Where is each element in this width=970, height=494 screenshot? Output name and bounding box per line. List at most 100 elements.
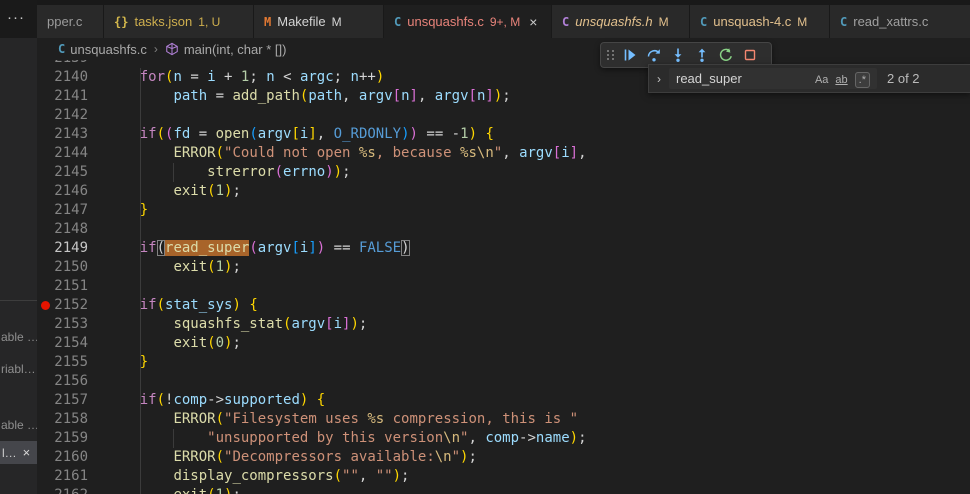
code-line-2152[interactable]: 2152 if(stat_sys) { [37, 296, 970, 315]
restart-icon [719, 48, 732, 61]
indent-guide [140, 277, 141, 296]
line-number[interactable]: 2158 [37, 410, 88, 429]
file-type-icon: C [562, 14, 570, 29]
code-text[interactable]: strerror(errno)); [106, 163, 350, 182]
code-text[interactable]: if((fd = open(argv[i], O_RDONLY)) == -1)… [106, 125, 494, 144]
tab-label: pper.c [47, 14, 83, 29]
code-text[interactable]: "unsupported by this version\n", comp->n… [106, 429, 586, 448]
tab-unsquashfs-c[interactable]: Cunsquashfs.c 9+, M × [384, 5, 551, 38]
code-text[interactable]: exit(1); [106, 182, 240, 201]
code-line-2145[interactable]: 2145 strerror(errno)); [37, 163, 970, 182]
line-number[interactable]: 2150 [37, 258, 88, 277]
code-line-2158[interactable]: 2158 ERROR("Filesystem uses %s compressi… [37, 410, 970, 429]
code-line-2160[interactable]: 2160 ERROR("Decompressors available:\n")… [37, 448, 970, 467]
code-line-2147[interactable]: 2147 } [37, 201, 970, 220]
line-number[interactable]: 2160 [37, 448, 88, 467]
code-line-2148[interactable]: 2148 [37, 220, 970, 239]
editor-group: pper.c {} tasks.json 1, U M Makefile M Cunsquas… [37, 0, 970, 494]
code-line-2149[interactable]: 2149 if(read_super(argv[i]) == FALSE) [37, 239, 970, 258]
line-number[interactable]: 2152 [37, 296, 88, 315]
code-text[interactable]: squashfs_stat(argv[i]); [106, 315, 367, 334]
tab-tasks-json[interactable]: {} tasks.json 1, U [104, 5, 253, 38]
drag-handle-icon[interactable] [607, 50, 614, 60]
line-number[interactable]: 2154 [37, 334, 88, 353]
code-text[interactable]: ERROR("Decompressors available:\n"); [106, 448, 476, 467]
line-number[interactable]: 2156 [37, 372, 88, 391]
breadcrumb-symbol[interactable]: main(int, char * []) [184, 42, 287, 57]
line-number[interactable]: 2143 [37, 125, 88, 144]
code-line-2153[interactable]: 2153 squashfs_stat(argv[i]); [37, 315, 970, 334]
line-number[interactable]: 2159 [37, 429, 88, 448]
line-number[interactable]: 2142 [37, 106, 88, 125]
code-text[interactable]: path = add_path(path, argv[n], argv[n]); [106, 87, 510, 106]
code-line-2144[interactable]: 2144 ERROR("Could not open %s, because %… [37, 144, 970, 163]
tab-decoration: M [658, 14, 669, 29]
tab-unsquash-4-c[interactable]: Cunsquash-4.c M [690, 5, 829, 38]
tab-decoration: M [331, 14, 342, 29]
tab-makefile[interactable]: M Makefile M [254, 5, 383, 38]
line-number[interactable]: 2141 [37, 87, 88, 106]
line-number[interactable]: 2157 [37, 391, 88, 410]
code-line-2154[interactable]: 2154 exit(0); [37, 334, 970, 353]
breadcrumb-file[interactable]: unsquashfs.c [70, 42, 147, 57]
code-text[interactable]: if(read_super(argv[i]) == FALSE) [106, 239, 410, 258]
line-number[interactable]: 2144 [37, 144, 88, 163]
find-widget: › read_super Aa ab .* 2 of 2 [648, 64, 970, 93]
code-text[interactable]: for(n = i + 1; n < argc; n++) [106, 68, 385, 87]
code-line-2156[interactable]: 2156 [37, 372, 970, 391]
line-number[interactable]: 2148 [37, 220, 88, 239]
overflow-menu-icon[interactable]: ··· [7, 9, 25, 26]
tab-label: tasks.json [134, 14, 193, 29]
line-number[interactable]: 2145 [37, 163, 88, 182]
tab-read-xattrs-c[interactable]: Cread_xattrs.c [830, 5, 970, 38]
whole-word-toggle[interactable]: ab [835, 74, 847, 86]
line-number[interactable]: 2147 [37, 201, 88, 220]
line-number[interactable]: 2140 [37, 68, 88, 87]
close-icon[interactable]: × [529, 14, 537, 30]
tab-label: unsquash-4.c [713, 14, 792, 29]
breadcrumb[interactable]: C unsquashfs.c › main(int, char * []) [37, 38, 970, 60]
line-number[interactable]: 2149 [37, 239, 88, 258]
line-number[interactable]: 2153 [37, 315, 88, 334]
code-text[interactable]: if(stat_sys) { [106, 296, 258, 315]
code-text[interactable]: ERROR("Filesystem uses %s compression, t… [106, 410, 578, 429]
line-number[interactable]: 2151 [37, 277, 88, 296]
code-text[interactable]: } [106, 201, 148, 220]
code-line-2151[interactable]: 2151 [37, 277, 970, 296]
toggle-replace-chevron-icon[interactable]: › [649, 72, 669, 86]
code-line-2162[interactable]: 2162 exit(1); [37, 486, 970, 494]
line-number[interactable]: 2155 [37, 353, 88, 372]
code-line-2155[interactable]: 2155 } [37, 353, 970, 372]
line-number[interactable]: 2146 [37, 182, 88, 201]
tab-pper-c[interactable]: pper.c [37, 5, 103, 38]
code-line-2150[interactable]: 2150 exit(1); [37, 258, 970, 277]
code-line-2146[interactable]: 2146 exit(1); [37, 182, 970, 201]
regex-toggle[interactable]: .* [854, 72, 870, 88]
c-file-icon: C [58, 42, 66, 56]
find-query-text[interactable]: read_super [669, 71, 815, 86]
line-number[interactable]: 2162 [37, 486, 88, 494]
code-line-2159[interactable]: 2159 "unsupported by this version\n", co… [37, 429, 970, 448]
code-line-2161[interactable]: 2161 display_compressors("", ""); [37, 467, 970, 486]
close-icon[interactable]: × [23, 445, 31, 460]
match-case-toggle[interactable]: Aa [815, 74, 828, 86]
line-number[interactable]: 2161 [37, 467, 88, 486]
code-text[interactable]: if(!comp->supported) { [106, 391, 325, 410]
code-text[interactable]: exit(1); [106, 486, 240, 494]
find-input[interactable]: read_super Aa ab .* [669, 68, 877, 89]
continue-button[interactable] [618, 43, 642, 67]
file-type-icon: C [840, 14, 848, 29]
code-line-2157[interactable]: 2157 if(!comp->supported) { [37, 391, 970, 410]
tab-unsquashfs-h[interactable]: Cunsquashfs.h M [552, 5, 689, 38]
truncated-tab-label: l… [2, 445, 17, 460]
code-text[interactable]: display_compressors("", ""); [106, 467, 409, 486]
code-line-2142[interactable]: 2142 [37, 106, 970, 125]
code-text[interactable]: } [106, 353, 148, 372]
truncated-label: riabl… [1, 362, 36, 376]
code-text[interactable]: exit(1); [106, 258, 240, 277]
code-text[interactable]: ERROR("Could not open %s, because %s\n",… [106, 144, 586, 163]
truncated-tab[interactable]: l… × [0, 441, 37, 464]
tab-decoration: 9+, M [489, 14, 521, 29]
code-line-2143[interactable]: 2143 if((fd = open(argv[i], O_RDONLY)) =… [37, 125, 970, 144]
code-text[interactable]: exit(0); [106, 334, 240, 353]
